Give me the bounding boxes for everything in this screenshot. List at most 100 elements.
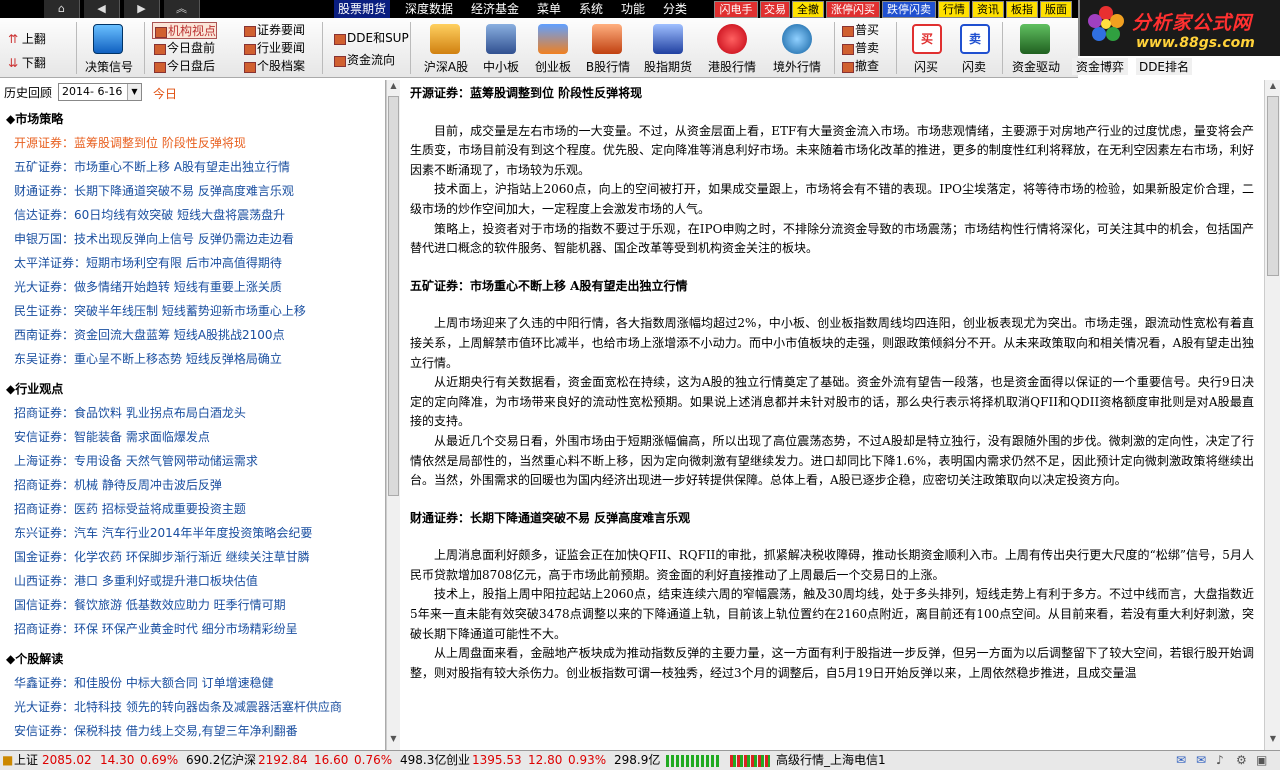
list-item[interactable]: 民生证券：突破半年线压制 短线蓄势迎新市场重心上移 (14, 302, 306, 319)
speaker-icon[interactable]: ♪ (1216, 751, 1224, 770)
back-icon[interactable]: ◀ (84, 0, 120, 18)
menu-depth-data[interactable]: 深度数据 (402, 0, 456, 18)
tab-trade[interactable]: 交易 (760, 1, 790, 18)
message-icon[interactable]: ✉ (1196, 751, 1206, 770)
list-item[interactable]: 开源证券：蓝筹股调整到位 阶段性反弹将现 (14, 134, 246, 151)
sell-icon: 卖 (960, 24, 990, 54)
server-status: 高级行情_上海电信1 (776, 753, 886, 767)
fund-game-button[interactable]: 资金博弈 (1072, 58, 1128, 75)
list-item[interactable]: 光大证券：做多情绪开始趋转 短线有重要上涨关质 (14, 278, 282, 295)
menu-category[interactable]: 分类 (660, 0, 690, 18)
sh-percent: 0.69% (140, 753, 179, 767)
menu-system[interactable]: 系统 (576, 0, 606, 18)
forward-icon[interactable]: ▶ (124, 0, 160, 18)
article-title: 开源证券：蓝筹股调整到位 阶段性反弹将现 (410, 86, 643, 100)
tab-cancel-all[interactable]: 全撤 (792, 1, 824, 18)
tab-flash-trader[interactable]: 闪电手 (714, 1, 758, 18)
list-item[interactable]: 太平洋证券：短期市场利空有限 后市冲高值得期待 (14, 254, 282, 271)
cy-percent: 0.93% (568, 753, 607, 767)
market-breadth-icon (666, 755, 720, 767)
article-paragraph: 策略上，投资者对于市场的指数不要过于乐观，在IPO申购之时，不排除分流资金导致的… (410, 221, 1254, 256)
mail-icon[interactable]: ✉ (1176, 751, 1186, 770)
fund-driver-icon (1020, 24, 1050, 54)
index-flag-icon: ■ (2, 753, 14, 767)
page-up-button[interactable]: ⇈ 上翻 (8, 30, 46, 47)
scroll-thumb[interactable] (1267, 96, 1279, 276)
pre-market-button[interactable]: 今日盘前 (152, 40, 215, 57)
article-title: 五矿证券：市场重心不断上移 A股有望走出独立行情 (410, 278, 688, 293)
list-item[interactable]: 国信证券：餐饮旅游 低基数效应助力 旺季行情可期 (14, 596, 286, 613)
scroll-down-icon[interactable]: ▼ (388, 734, 399, 748)
tab-limit-down-sell[interactable]: 跌停闪卖 (882, 1, 936, 18)
tab-layout[interactable]: 版面 (1040, 1, 1072, 18)
list-item[interactable]: 国金证券：化学农药 环保脚步渐行渐近 继续关注草甘膦 (14, 548, 310, 565)
industry-news-button[interactable]: 行业要闻 (242, 40, 305, 57)
post-market-button[interactable]: 今日盘后 (152, 58, 215, 75)
list-item[interactable]: 招商证券：食品饮料 乳业拐点布局白酒龙头 (14, 404, 246, 421)
normal-buy-button[interactable]: 普买 (840, 22, 879, 39)
inst-view-button[interactable]: 机构视点 (152, 22, 218, 39)
menu-economy-fund[interactable]: 经济基金 (468, 0, 522, 18)
dde-rank-button[interactable]: DDE排名 (1136, 58, 1192, 75)
cy-change: 12.80 (528, 753, 563, 767)
section-title: ◆市场策略 (6, 112, 64, 126)
list-item[interactable]: 东吴证券：重心呈不断上移态势 短线反弹格局确立 (14, 350, 282, 367)
tab-news[interactable]: 资讯 (972, 1, 1004, 18)
logo-url: www.88gs.com (1136, 35, 1255, 51)
normal-sell-button[interactable]: 普卖 (840, 40, 879, 57)
page-down-button[interactable]: ⇊ 下翻 (8, 54, 46, 71)
menu-stocks-futures[interactable]: 股票期货 (334, 0, 390, 18)
left-scrollbar[interactable]: ▲ ▼ (386, 80, 400, 750)
list-item[interactable]: 山西证券：港口 多重利好或提升港口板块估值 (14, 572, 258, 589)
settings-icon[interactable]: ⚙ (1236, 751, 1247, 770)
list-item[interactable]: 安信证券：智能装备 需求面临爆发点 (14, 428, 210, 445)
list-item[interactable]: 东兴证券：汽车 汽车行业2014年半年度投资策略会纪要 (14, 524, 312, 541)
article-paragraph: 从上周盘面来看，金融地产板块成为推动指数反弹的主要力量，这一方面有利于股指进一步… (410, 646, 1254, 680)
cancel-query-button[interactable]: 撤查 (840, 58, 879, 75)
hs-value: 2192.84 (258, 753, 308, 767)
list-item[interactable]: 招商证券：医药 招标受益将成重要投资主题 (14, 500, 246, 517)
list-item[interactable]: 招商证券：机械 静待反周冲击波后反弹 (14, 476, 222, 493)
list-item[interactable]: 光大证券：北特科技 领先的转向器齿条及减震器活塞杆供应商 (14, 698, 342, 715)
securities-news-button[interactable]: 证券要闻 (242, 22, 305, 39)
date-select[interactable]: 2014- 6-16 ▼ (58, 83, 142, 101)
list-item[interactable]: 五矿证券：市场重心不断上移 A股有望走出独立行情 (14, 158, 290, 175)
tab-board-index[interactable]: 板指 (1006, 1, 1038, 18)
scroll-down-icon[interactable]: ▼ (1267, 734, 1279, 748)
article-paragraph: 从最近几个交易日看，外围市场由于短期涨幅偏高，所以出现了高位震荡态势，不过A股却… (410, 433, 1254, 488)
list-item[interactable]: 招商证券：环保 环保产业黄金时代 细分市场精彩纷呈 (14, 620, 298, 637)
article: 开源证券：蓝筹股调整到位 阶段性反弹将现 目前，成交量是左右市场的一大变量。不过，… (410, 84, 1254, 259)
window-icon[interactable]: ▣ (1256, 751, 1267, 770)
chinext-icon (538, 24, 568, 54)
article-paragraph: 从近期央行有关数据看，资金面宽松在持续，这为A股的独立行情奠定了基础。资金外流有… (410, 375, 1254, 429)
stock-profile-button[interactable]: 个股档案 (242, 58, 305, 75)
tab-quotes[interactable]: 行情 (938, 1, 970, 18)
list-item[interactable]: 华鑫证券：和佳股份 中标大额合同 订单增速稳健 (14, 674, 274, 691)
tab-limit-up-buy[interactable]: 涨停闪买 (826, 1, 880, 18)
menu-menu[interactable]: 菜单 (534, 0, 564, 18)
dde-sup-button[interactable]: DDE和SUP (332, 30, 409, 47)
toolbar: ⇈ 上翻 ⇊ 下翻 决策信号 机构视点 今日盘前 今日盘后 证券要闻 行业要闻 … (0, 18, 1078, 78)
sh-label: 上证 (14, 753, 39, 767)
content-scrollbar[interactable]: ▲ ▼ (1264, 80, 1280, 750)
list-item[interactable]: 财通证券：长期下降通道突破不易 反弹高度难言乐观 (14, 182, 294, 199)
menu-function[interactable]: 功能 (618, 0, 648, 18)
history-label: 历史回顾 (4, 86, 53, 100)
scroll-thumb[interactable] (388, 96, 399, 496)
chevron-down-icon[interactable]: ▼ (127, 84, 141, 100)
fund-flow-button[interactable]: 资金流向 (332, 52, 395, 69)
home-icon[interactable]: ⌂ (44, 0, 80, 18)
sh-change: 14.30 (100, 753, 135, 767)
list-item[interactable]: 上海证券：专用设备 天然气管网带动储运需求 (14, 452, 258, 469)
logo-title: 分析家公式网 (1132, 12, 1253, 34)
scroll-up-icon[interactable]: ▲ (1267, 81, 1279, 95)
scroll-up-icon[interactable]: ▲ (388, 81, 399, 95)
collapse-icon[interactable]: ︽ (164, 0, 200, 18)
list-item[interactable]: 西南证券：资金回流大盘蓝筹 短线A股挑战2100点 (14, 326, 285, 343)
article-content: 开源证券：蓝筹股调整到位 阶段性反弹将现 目前，成交量是左右市场的一大变量。不过，… (400, 80, 1264, 750)
list-item[interactable]: 信达证券：60日均线有效突破 短线大盘将震荡盘升 (14, 206, 285, 223)
article-paragraph: 技术上，股指上周中阳拉起站上2060点，结束连续六周的窄幅震荡，触及30周均线，… (410, 587, 1254, 641)
list-item[interactable]: 安信证券：保税科技 借力线上交易,有望三年净利翻番 (14, 722, 298, 739)
list-item[interactable]: 申银万国：技术出现反弹向上信号 反弹仍需边走边看 (14, 230, 294, 247)
today-button[interactable]: 今日 (153, 85, 177, 102)
